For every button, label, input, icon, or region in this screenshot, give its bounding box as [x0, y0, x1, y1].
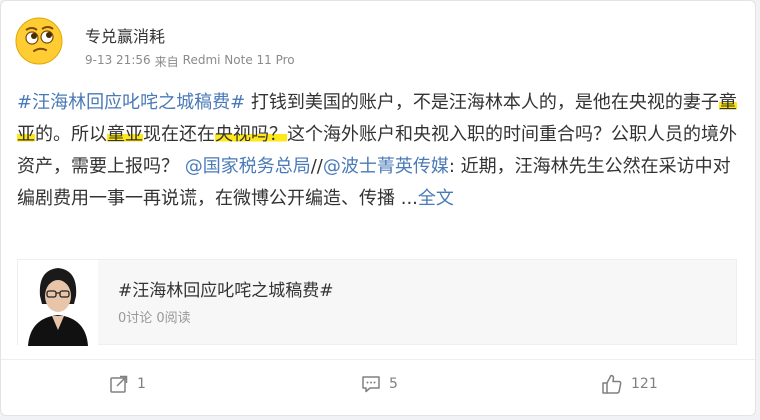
- thumbs-up-icon: [602, 374, 622, 394]
- topic-card[interactable]: #汪海林回应叱咤之城稿费# 0讨论 0阅读: [17, 259, 737, 346]
- text-segment: 的。所以: [35, 124, 107, 145]
- source-prefix: 来自: [154, 55, 179, 69]
- mention-link-bose-media[interactable]: @波士菁英传媒: [323, 156, 449, 177]
- text-segment: 现在还在: [143, 124, 215, 145]
- post-time[interactable]: 9-13 21:56: [85, 53, 151, 70]
- topic-thumbnail: [18, 260, 98, 346]
- highlighted-cctv: 央视吗？: [215, 124, 287, 145]
- mention-link-tax-bureau[interactable]: @国家税务总局: [185, 156, 311, 177]
- post-meta: 9-13 21:56 来自 Redmi Note 11 Pro: [85, 53, 295, 70]
- user-avatar[interactable]: [15, 17, 63, 65]
- highlighted-name: 童亚: [107, 124, 143, 145]
- comment-button[interactable]: 5: [361, 369, 398, 399]
- action-divider: [1, 359, 755, 360]
- comment-icon: [362, 376, 380, 393]
- post-content: #汪海林回应叱咤之城稿费# 打钱到美国的账户，不是汪海林本人的，是他在央视的妻子…: [17, 87, 741, 215]
- post-source: Redmi Note 11 Pro: [182, 53, 295, 67]
- hashtag-link[interactable]: #汪海林回应叱咤之城稿费#: [17, 92, 245, 113]
- repost-icon: [110, 375, 128, 393]
- full-text-link[interactable]: 全文: [418, 188, 454, 209]
- text-segment: 打钱到美国的账户，不是汪海林本人的，是他在央视的妻子: [250, 92, 719, 113]
- like-button[interactable]: 121: [601, 369, 658, 399]
- topic-title: #汪海林回应叱咤之城稿费#: [118, 281, 334, 301]
- text-separator: //: [310, 156, 323, 177]
- comment-count: 5: [389, 376, 398, 392]
- repost-button[interactable]: 1: [109, 369, 146, 399]
- topic-stats: 0讨论 0阅读: [118, 311, 191, 326]
- repost-count: 1: [137, 376, 146, 392]
- like-count: 121: [631, 376, 658, 392]
- weibo-post-card: 专兑赢消耗 9-13 21:56 来自 Redmi Note 11 Pro #汪…: [0, 0, 756, 416]
- username[interactable]: 专兑赢消耗: [85, 23, 165, 47]
